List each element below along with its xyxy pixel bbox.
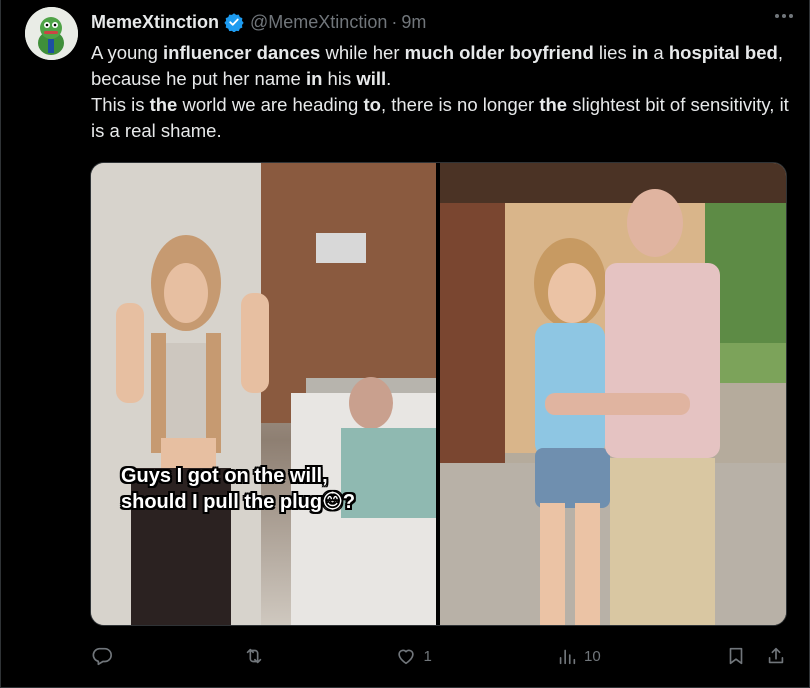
hospital-scene-illustration [91, 163, 436, 625]
views-chart-icon [559, 649, 576, 665]
media-photo-hospital[interactable]: Guys I got on the will, should I pull th… [91, 163, 436, 625]
tweet-text-segment: world we are heading [177, 94, 364, 115]
media-grid[interactable]: Guys I got on the will, should I pull th… [90, 162, 787, 626]
media-photo-park[interactable] [440, 163, 786, 625]
like-button[interactable]: 1 [395, 645, 432, 667]
display-name[interactable]: MemeXtinction [91, 12, 219, 33]
caption-line-2: should I pull the plug😊? [121, 491, 356, 513]
tweet-text-segment: the [149, 94, 178, 115]
tweet-text-segment: , there is no longer [380, 94, 540, 115]
tweet-text-segment: lies [593, 42, 632, 63]
verified-badge-icon [224, 12, 244, 32]
tweet-text-segment: the [539, 94, 568, 115]
views-button[interactable]: 10 [556, 645, 601, 667]
tweet-text-segment: This is [91, 94, 150, 115]
reply-button[interactable] [91, 645, 119, 667]
bookmark-button[interactable] [725, 645, 747, 667]
right-actions [725, 645, 787, 667]
bookmark-icon [729, 647, 743, 665]
video-caption: Guys I got on the will, should I pull th… [121, 463, 411, 515]
tweet-text-segment: A young [91, 42, 164, 63]
share-icon [768, 647, 784, 664]
tweet-text-segment: while her [320, 42, 405, 63]
views-count: 10 [584, 647, 601, 665]
share-button[interactable] [765, 645, 787, 667]
caption-line-1: Guys I got on the will, [121, 465, 328, 487]
tweet-text-segment: to [363, 94, 381, 115]
author-handle[interactable]: @MemeXtinction [250, 12, 387, 33]
reply-icon [92, 647, 112, 666]
tweet-text-segment: his [322, 68, 357, 89]
tweet-text-segment: a [648, 42, 669, 63]
retweet-button[interactable] [243, 645, 271, 667]
retweet-icon [246, 648, 262, 664]
tweet-text-segment: . [386, 68, 392, 89]
tweet-text-line1: A young influencer dances while her much… [91, 40, 791, 92]
park-scene-illustration [440, 163, 786, 625]
tweet-text: A young influencer dances while her much… [91, 40, 791, 144]
tweet-text-line2: This is the world we are heading to, the… [91, 92, 791, 144]
tweet-text-segment: much older boyfriend [404, 42, 594, 63]
tweet-card[interactable]: MemeXtinction @MemeXtinction · 9m A youn… [0, 0, 810, 688]
tweet-text-segment: in [631, 42, 649, 63]
tweet-actions: 1 10 [91, 642, 787, 670]
author-avatar[interactable] [25, 7, 78, 60]
tweet-text-segment: will [356, 68, 387, 89]
tweet-text-segment: hospital bed [668, 42, 778, 63]
tweet-header: MemeXtinction @MemeXtinction · 9m [91, 10, 789, 34]
separator-dot: · [391, 11, 398, 32]
frog-avatar-icon [25, 7, 78, 60]
timestamp[interactable]: 9m [401, 12, 426, 33]
like-count: 1 [423, 647, 432, 665]
more-options-icon[interactable] [775, 14, 793, 18]
tweet-text-segment: in [305, 68, 323, 89]
heart-icon [398, 649, 415, 665]
tweet-text-segment: influencer dances [163, 42, 321, 63]
